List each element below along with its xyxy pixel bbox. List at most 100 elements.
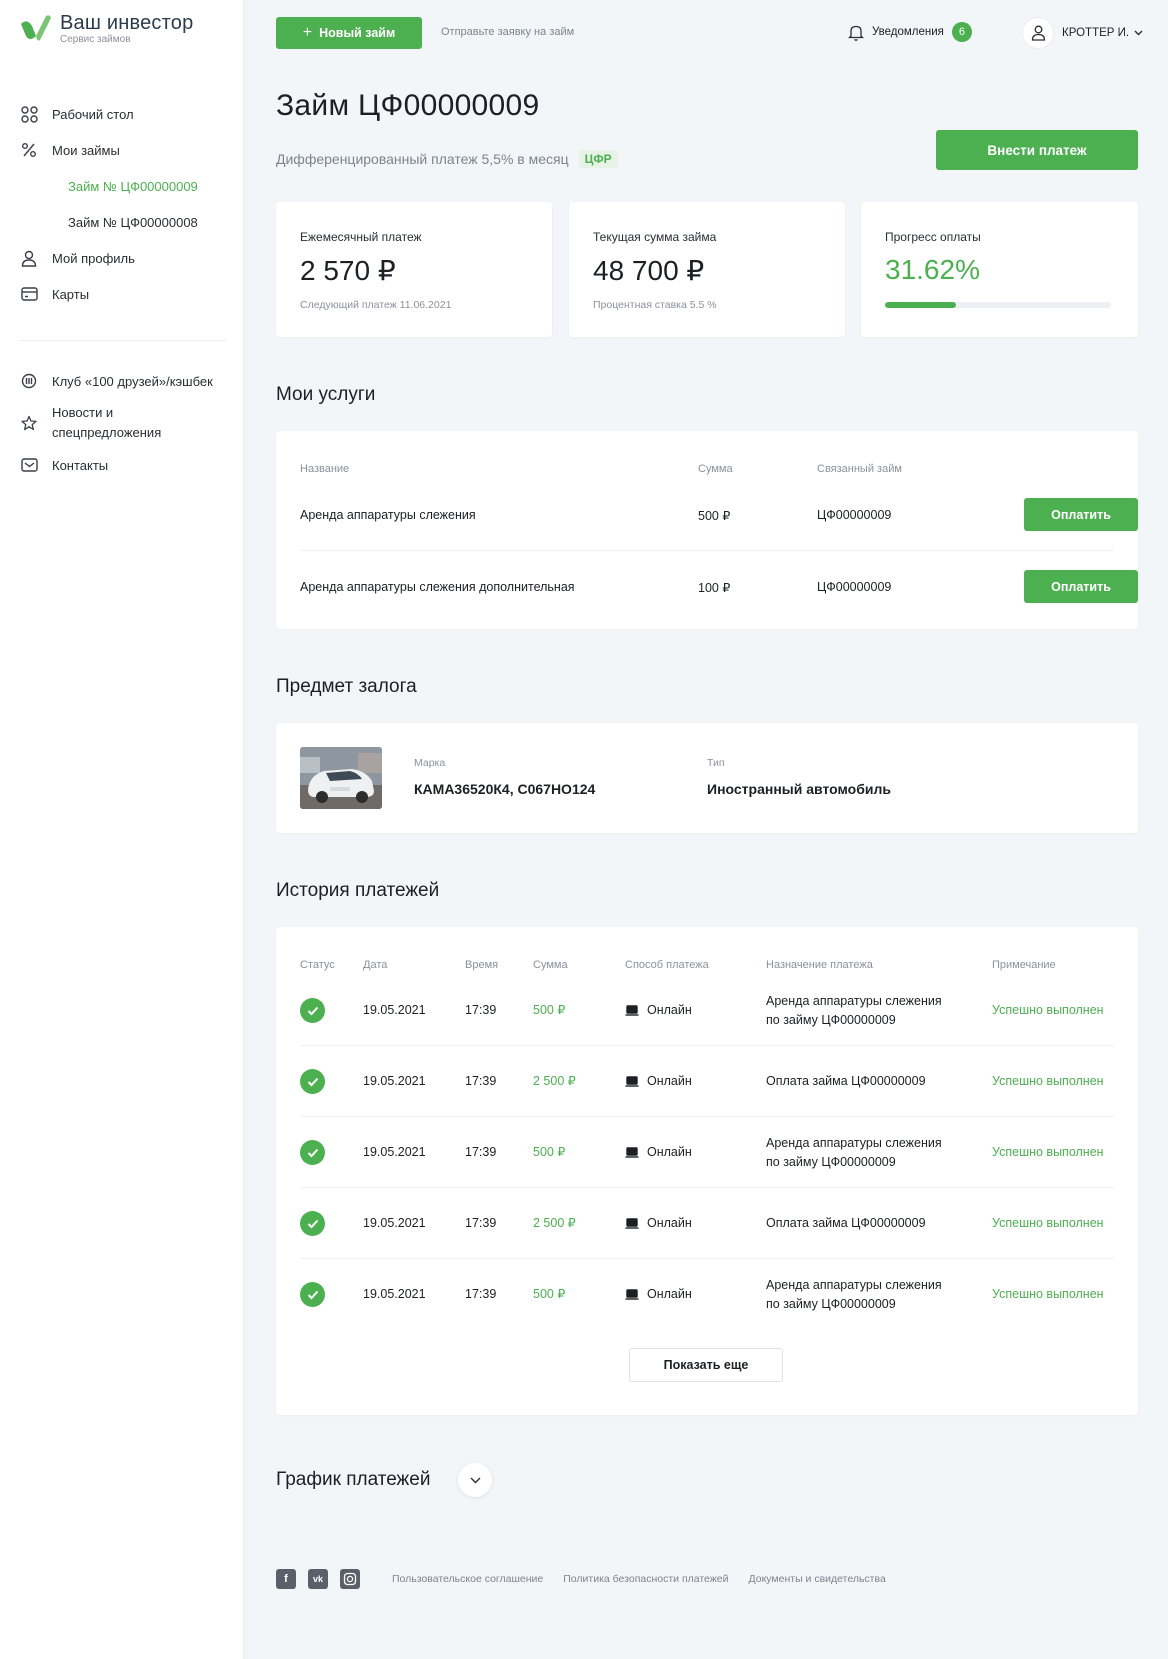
payment-purpose: Оплата займа ЦФ00000009 <box>766 1188 976 1259</box>
payment-method-label: Онлайн <box>647 1003 692 1017</box>
payment-note: Успешно выполнен <box>992 1287 1104 1301</box>
loan-subtitle: Дифференцированный платеж 5,5% в месяц Ц… <box>276 150 618 168</box>
stat-value: 48 700 ₽ <box>593 255 705 286</box>
payment-note: Успешно выполнен <box>992 1003 1104 1017</box>
user-name: КРОТТЕР И. <box>1062 27 1130 39</box>
sidebar-item-label: Клуб «100 друзей»/кэшбек <box>52 373 213 389</box>
logo[interactable]: Ваш инвестор Сервис займов <box>18 12 193 46</box>
payment-purpose-line: по займу ЦФ00000009 <box>766 1012 896 1027</box>
sidebar-item-cards[interactable]: Карты <box>20 276 230 312</box>
payment-note: Успешно выполнен <box>992 1145 1104 1159</box>
show-more-button[interactable]: Показать еще <box>629 1348 783 1382</box>
pay-service-button[interactable]: Оплатить <box>1024 498 1138 531</box>
table-row: 19.05.2021 17:39 500 ₽ Онлайн Аренда аппарат… <box>300 1117 1114 1188</box>
grid-icon <box>20 105 38 123</box>
stat-value: 31.62% <box>885 254 980 285</box>
brand-subtitle: Сервис займов <box>60 34 131 45</box>
payment-method-label: Онлайн <box>647 1287 692 1301</box>
payment-method: Онлайн <box>625 1259 692 1330</box>
collateral-type-value: Иностранный автомобиль <box>707 781 891 797</box>
payment-method-label: Онлайн <box>647 1145 692 1159</box>
sidebar-item-label: Карты <box>52 286 90 302</box>
star-icon <box>20 414 38 432</box>
collateral-title: Предмет залога <box>276 676 417 697</box>
collateral-type-label: Тип <box>707 757 725 769</box>
stat-card-monthly-payment: Ежемесячный платеж 2 570 ₽ Следующий пла… <box>276 202 552 337</box>
sidebar-item-label: спецпредложения <box>52 425 162 440</box>
vk-icon[interactable]: vk <box>308 1569 328 1589</box>
sidebar-item-dashboard[interactable]: Рабочий стол <box>20 96 230 132</box>
stat-note: Следующий платеж 11.06.2021 <box>300 299 452 311</box>
instagram-icon[interactable] <box>340 1569 360 1589</box>
payment-progress-bar <box>885 302 1111 308</box>
footer-link-agreement[interactable]: Пользовательское соглашение <box>392 1573 543 1585</box>
sidebar-item-profile[interactable]: Мой профиль <box>20 240 230 276</box>
services-header-name: Название <box>300 463 350 475</box>
loan-payment-type: Дифференцированный платеж 5,5% в месяц <box>276 151 569 167</box>
history-header-date: Дата <box>363 959 388 971</box>
service-loan: ЦФ00000009 <box>817 580 892 594</box>
laptop-icon <box>625 1289 639 1300</box>
page-title: Займ ЦФ00000009 <box>276 89 540 122</box>
stat-note: Процентная ставка 5.5 % <box>593 299 717 311</box>
services-header-sum: Сумма <box>698 463 733 475</box>
collateral-brand-label: Марка <box>414 757 446 769</box>
history-card: Статус Дата Время Сумма Способ платежа Н… <box>276 927 1138 1415</box>
new-loan-button[interactable]: + Новый займ <box>276 17 422 49</box>
check-circle-icon <box>300 1211 325 1236</box>
sidebar-item-label: Контакты <box>52 457 109 473</box>
service-name: Аренда аппаратуры слежения дополнительна… <box>300 580 575 594</box>
payment-purpose-line: по займу ЦФ00000009 <box>766 1154 896 1169</box>
sidebar-item-club[interactable]: Клуб «100 друзей»/кэшбек <box>20 363 230 399</box>
stat-card-loan-sum: Текущая сумма займа 48 700 ₽ Процентная … <box>569 202 845 337</box>
laptop-icon <box>625 1076 639 1087</box>
stat-label: Текущая сумма займа <box>593 230 717 244</box>
payment-purpose-line: Оплата займа ЦФ00000009 <box>766 1074 926 1088</box>
payment-time: 17:39 <box>465 1287 497 1301</box>
chevron-down-icon <box>470 1477 480 1483</box>
table-row: 19.05.2021 17:39 2 500 ₽ Онлайн Оплата займа… <box>300 1188 1114 1259</box>
notifications-label: Уведомления <box>872 26 944 38</box>
sidebar-item-news[interactable]: Новости и спецпредложения <box>20 399 230 447</box>
car-photo <box>300 747 382 809</box>
facebook-icon[interactable]: f <box>276 1569 296 1589</box>
make-payment-button[interactable]: Внести платеж <box>936 130 1138 170</box>
payment-purpose-line: по займу ЦФ00000009 <box>766 1296 896 1311</box>
sidebar-item-contacts[interactable]: Контакты <box>20 447 230 483</box>
payment-note: Успешно выполнен <box>992 1216 1104 1230</box>
payment-time: 17:39 <box>465 1074 497 1088</box>
payment-date: 19.05.2021 <box>363 1074 426 1088</box>
payment-purpose: Аренда аппаратуры слежения по займу ЦФ000… <box>766 1117 976 1188</box>
payment-method: Онлайн <box>625 1188 692 1259</box>
status-cell <box>300 1259 325 1330</box>
services-header-loan: Связанный займ <box>817 463 902 475</box>
percent-icon <box>20 141 38 159</box>
payment-date: 19.05.2021 <box>363 1287 426 1301</box>
footer-link-security[interactable]: Политика безопасности платежей <box>563 1573 728 1585</box>
sidebar-item-loan-cf8[interactable]: Займ № ЦФ00000008 <box>20 204 230 240</box>
sidebar-item-label: Мои займы <box>52 142 120 158</box>
brand-title: Ваш инвестор <box>60 12 194 34</box>
logo-icon <box>21 15 51 41</box>
sidebar-item-my-loans[interactable]: Мои займы <box>20 132 230 168</box>
payment-purpose-line: Аренда аппаратуры слежения <box>766 1135 942 1150</box>
footer-link-documents[interactable]: Документы и свидетельства <box>749 1573 886 1585</box>
payment-method-label: Онлайн <box>647 1216 692 1230</box>
mail-icon <box>20 456 38 474</box>
payment-date: 19.05.2021 <box>363 1216 426 1230</box>
services-card: Название Сумма Связанный займ Аренда апп… <box>276 431 1138 629</box>
check-circle-icon <box>300 1140 325 1165</box>
history-header-time: Время <box>465 959 499 971</box>
avatar <box>1022 17 1054 49</box>
payment-purpose-line: Аренда аппаратуры слежения <box>766 993 942 1008</box>
payment-purpose-line: Оплата займа ЦФ00000009 <box>766 1216 926 1230</box>
services-title: Мои услуги <box>276 384 376 405</box>
notifications[interactable]: Уведомления 6 <box>848 22 972 42</box>
sidebar-item-loan-cf9[interactable]: Займ № ЦФ00000009 <box>20 168 230 204</box>
sidebar-item-label: Рабочий стол <box>52 106 134 122</box>
pay-service-button[interactable]: Оплатить <box>1024 570 1138 603</box>
user-menu[interactable]: КРОТТЕР И. <box>1022 17 1143 49</box>
chevron-down-icon <box>1134 30 1143 36</box>
status-cell <box>300 1188 325 1259</box>
schedule-expand-button[interactable] <box>458 1463 492 1497</box>
